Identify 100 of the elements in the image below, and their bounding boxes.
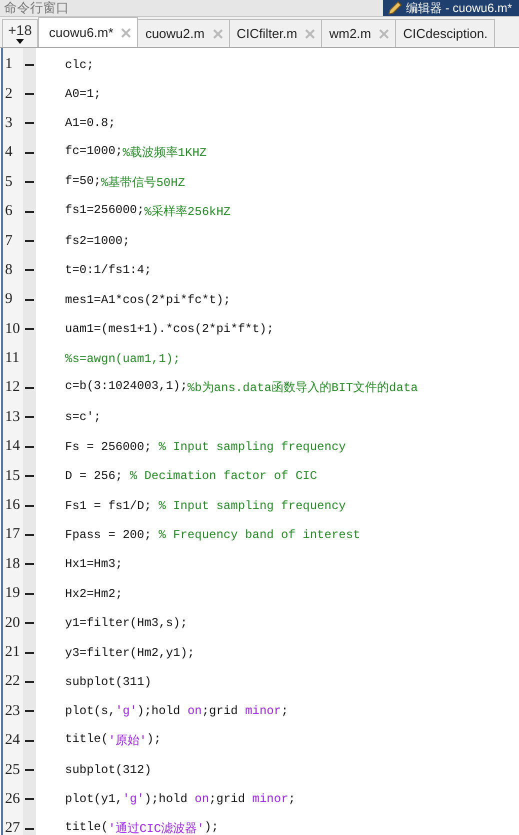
line-number: 13 (4, 408, 21, 426)
code-string: on (187, 704, 202, 718)
code-comment: %采样率256kHZ (144, 204, 231, 220)
code-text: fc=1000; (65, 144, 123, 160)
code-text: Fpass = 200; (65, 528, 152, 542)
breakpoint-marker[interactable] (25, 652, 34, 654)
editor-title: 编辑器 - cuowu6.m* (406, 1, 512, 15)
line-number: 27 (4, 820, 21, 835)
breakpoint-marker[interactable] (25, 504, 34, 507)
line-number: 20 (4, 614, 21, 632)
code-text: ; (288, 792, 296, 806)
line-number: 21 (4, 644, 21, 661)
code-comment: % Input sampling frequency (158, 440, 346, 454)
breakpoint-marker[interactable] (25, 680, 34, 683)
line-number: 1 (4, 56, 14, 74)
breakpoint-marker[interactable] (25, 798, 34, 800)
file-tab[interactable]: cuowu6.m* (38, 17, 138, 47)
code-text: Hx2=Hm2; (65, 586, 123, 601)
code-string: '通过CIC滤波器' (108, 821, 204, 835)
line-number: 2 (4, 86, 14, 103)
line-number: 11 (4, 350, 20, 368)
code-comment: %基带信号50HZ (101, 174, 186, 191)
breakpoint-marker[interactable] (25, 181, 34, 184)
line-number: 25 (4, 762, 21, 779)
code-comment: % Decimation factor of CIC (130, 469, 318, 484)
code-text: s=c'; (65, 410, 102, 424)
code-text: clc; (65, 58, 94, 72)
code-comment: %s=awgn(uam1,1); (65, 352, 180, 366)
line-number: 7 (4, 232, 14, 250)
breakpoint-marker[interactable] (25, 446, 34, 448)
code-text: A1=0.8; (65, 116, 116, 130)
line-number: 9 (4, 291, 14, 308)
line-number: 17 (4, 526, 21, 544)
code-comment: %载波频率1KHZ (122, 145, 207, 162)
breakpoint-marker[interactable] (25, 93, 34, 96)
line-number: 24 (4, 732, 21, 750)
file-tab[interactable]: CICdesciption. (395, 19, 495, 47)
line-number: 23 (4, 702, 21, 720)
breakpoint-marker[interactable] (25, 828, 34, 830)
breakpoint-marker[interactable] (25, 386, 34, 389)
line-number: 12 (4, 379, 21, 396)
line-number: 4 (4, 144, 14, 162)
line-number: 6 (4, 203, 14, 220)
code-string: 'g' (115, 704, 138, 718)
code-text: uam1=(mes1+1).*cos(2*pi*f*t); (65, 322, 274, 336)
code-string: '原始' (108, 733, 147, 750)
line-number: 8 (4, 262, 14, 279)
line-number: 19 (4, 585, 21, 602)
code-string: minor (245, 704, 282, 718)
code-text: fs2=1000; (65, 234, 130, 248)
code-text: Fs = 256000; (65, 440, 152, 454)
code-text: title( (65, 732, 108, 748)
breakpoint-marker[interactable] (25, 298, 34, 301)
code-text: ;grid (202, 704, 239, 718)
line-number: 3 (4, 114, 14, 132)
panel-title: 命令行窗口 (4, 1, 69, 14)
line-number: 22 (4, 673, 21, 690)
breakpoint-marker[interactable] (25, 416, 34, 418)
code-text: );hold (137, 704, 182, 718)
code-text: c=b(3:1024003,1); (65, 379, 188, 396)
breakpoint-marker[interactable] (25, 152, 34, 154)
code-comment: % Frequency band of interest (158, 528, 360, 542)
breakpoint-marker[interactable] (25, 622, 34, 624)
tab-overflow-button[interactable]: +18 (2, 19, 38, 47)
code-text: y3=filter(Hm2,y1); (65, 646, 195, 660)
code-text: D = 256; (65, 469, 124, 484)
breakpoint-marker[interactable] (25, 563, 34, 566)
breakpoint-marker[interactable] (25, 740, 34, 742)
code-text: subplot(311) (65, 674, 152, 689)
code-text: ); (146, 732, 162, 748)
breakpoint-marker[interactable] (25, 475, 34, 478)
code-text: ; (281, 704, 288, 718)
breakpoint-marker[interactable] (25, 210, 34, 213)
line-number: 15 (4, 468, 21, 485)
code-text: Hx1=Hm3; (65, 557, 123, 572)
breakpoint-marker[interactable] (25, 122, 34, 124)
code-text: fs1=256000; (65, 203, 144, 220)
breakpoint-marker[interactable] (25, 769, 34, 772)
code-text: title( (65, 820, 108, 835)
code-text: A0=1; (65, 87, 102, 102)
breakpoint-marker[interactable] (25, 269, 34, 272)
code-text: f=50; (65, 174, 102, 190)
line-number: 10 (4, 320, 21, 338)
breakpoint-marker[interactable] (25, 64, 34, 66)
code-text: );hold (144, 792, 188, 806)
line-number: 5 (4, 174, 14, 191)
breakpoint-marker[interactable] (25, 534, 34, 536)
breakpoint-marker[interactable] (25, 328, 34, 330)
code-text: subplot(312) (65, 763, 152, 778)
breakpoint-marker[interactable] (25, 710, 34, 712)
code-text: y1=filter(Hm3,s); (65, 616, 188, 630)
breakpoint-marker[interactable] (25, 592, 34, 595)
line-number: 14 (4, 438, 21, 456)
breakpoint-marker[interactable] (25, 240, 34, 242)
code-comment: % Input sampling frequency (158, 498, 346, 513)
line-number: 18 (4, 556, 21, 573)
line-number: 26 (4, 790, 21, 808)
code-text: t=0:1/fs1:4; (65, 263, 152, 278)
code-string: minor (252, 792, 288, 806)
code-text: plot(y1, (65, 792, 123, 806)
